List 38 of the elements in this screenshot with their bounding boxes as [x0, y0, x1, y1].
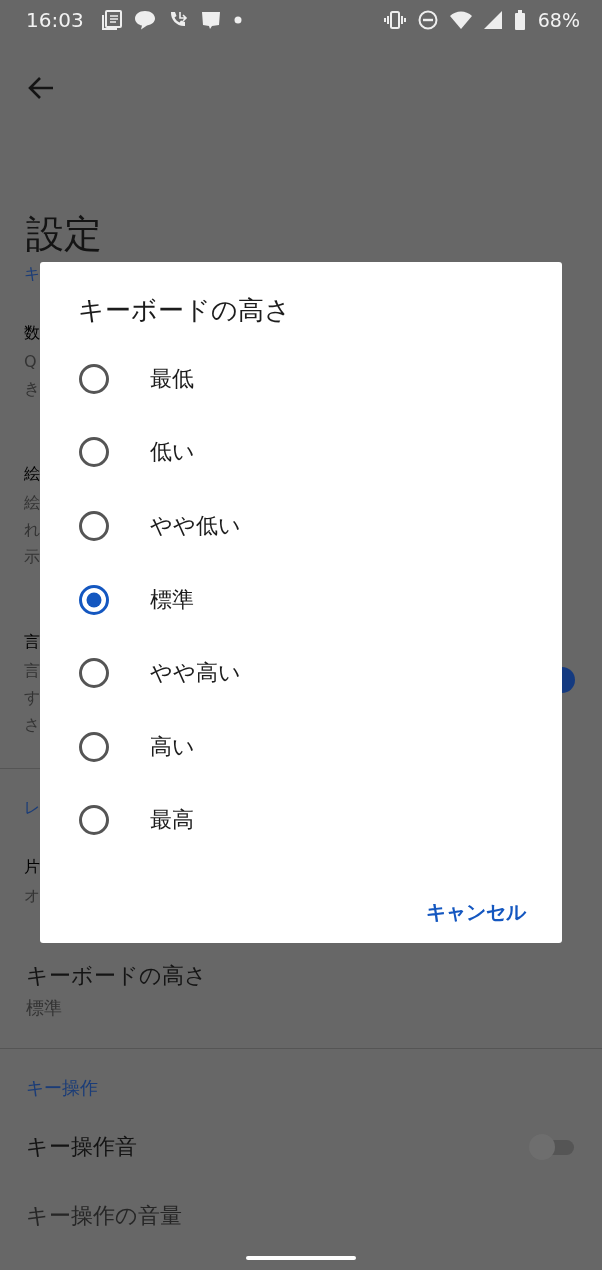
dot-icon: [233, 16, 242, 24]
vibrate-icon: [383, 10, 406, 30]
section-header: レ: [24, 797, 40, 819]
battery-icon: [513, 10, 526, 30]
radio-option[interactable]: 低い: [40, 415, 562, 490]
radio-button[interactable]: [78, 436, 110, 469]
radio-button[interactable]: [78, 804, 110, 837]
radio-button[interactable]: [78, 730, 110, 763]
section-header: キー操作: [26, 1076, 98, 1100]
notes-icon: [101, 10, 122, 30]
setting-title: 片: [24, 856, 40, 878]
chat-bubble-icon: [133, 10, 156, 30]
radio-option[interactable]: 最低: [40, 342, 562, 416]
setting-title: 絵: [24, 463, 40, 485]
battery-percentage: 68%: [537, 9, 580, 31]
dialog-title: キーボードの高さ: [78, 294, 291, 327]
radio-button[interactable]: [78, 657, 110, 690]
speech-bubble-icon: [199, 10, 222, 30]
page-title: 設定: [26, 212, 102, 258]
navigation-handle[interactable]: [246, 1256, 356, 1260]
radio-option[interactable]: 高い: [40, 709, 562, 784]
radio-button[interactable]: [78, 510, 110, 542]
do-not-disturb-icon: [417, 10, 438, 30]
radio-button[interactable]: [78, 362, 110, 395]
radio-option[interactable]: やや高い: [40, 636, 562, 710]
section-header: キ: [24, 263, 40, 285]
radio-button[interactable]: [78, 583, 110, 616]
signal-icon: [483, 11, 502, 29]
cancel-button[interactable]: キャンセル: [418, 893, 534, 933]
radio-option[interactable]: 最高: [40, 783, 562, 858]
radio-option[interactable]: やや低い: [40, 489, 562, 563]
setting-title: 数: [24, 322, 40, 344]
setting-title: 言: [24, 631, 40, 653]
clock: 16:03: [26, 8, 84, 32]
back-arrow-icon[interactable]: [28, 76, 54, 100]
toggle-thumb[interactable]: [562, 666, 575, 694]
radio-option[interactable]: 標準: [40, 562, 562, 637]
wifi-icon: [449, 11, 472, 29]
